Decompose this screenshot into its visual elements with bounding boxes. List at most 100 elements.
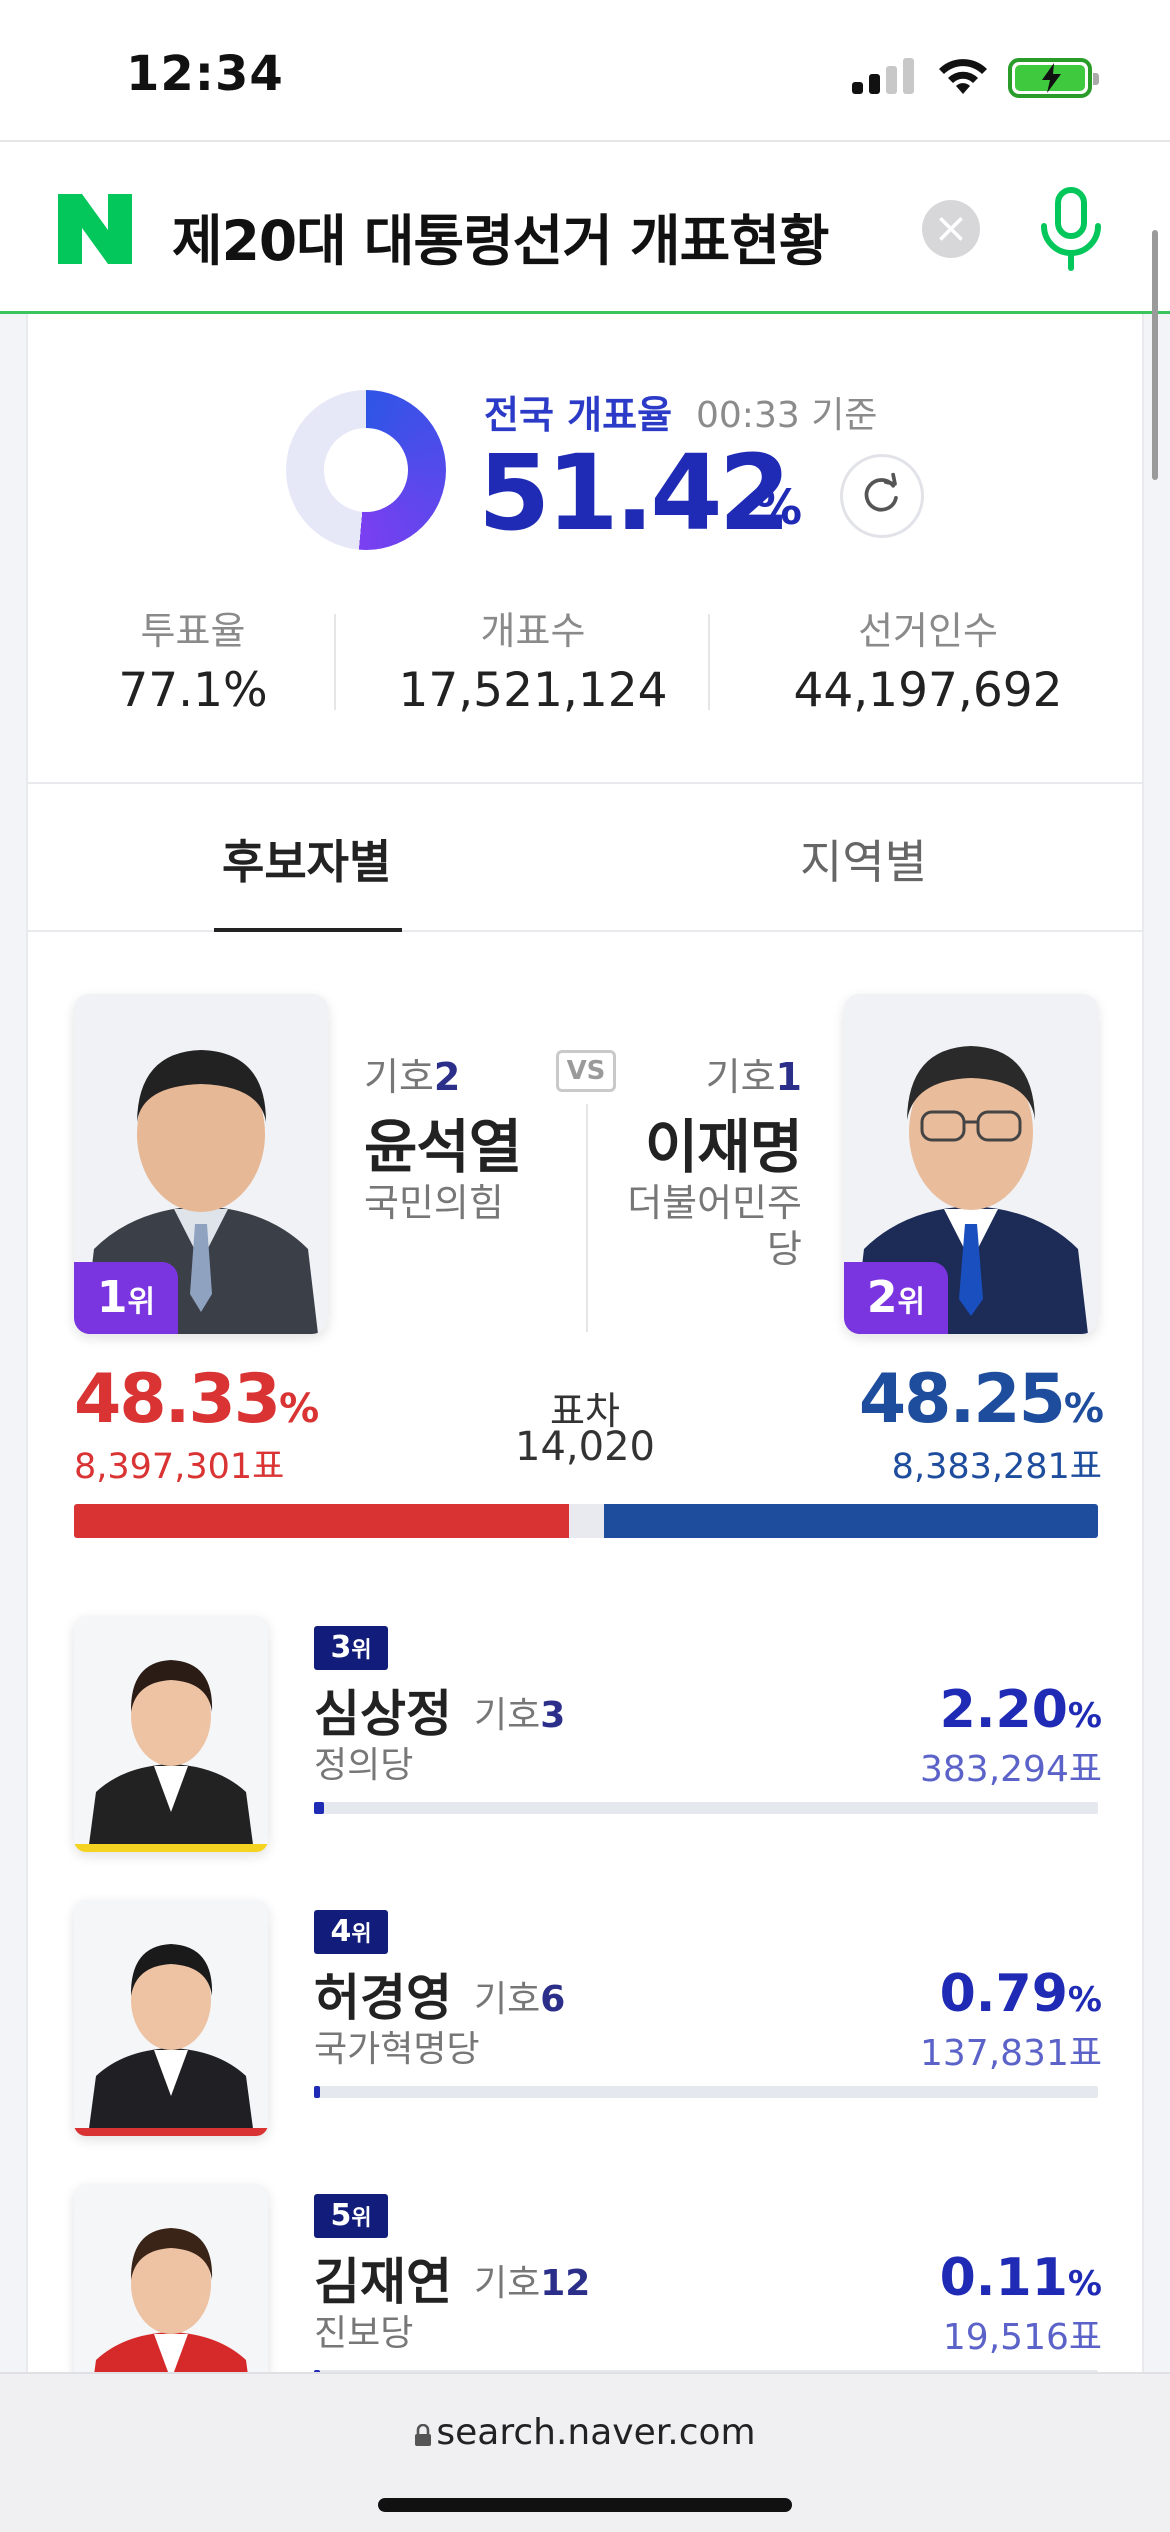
rank-suffix: 위 bbox=[351, 1638, 372, 1663]
ballot-no: 3 bbox=[540, 1695, 566, 1736]
voters-stat: 선거인수 44,197,692 bbox=[748, 600, 1108, 718]
ballot-number-right: 기호1 bbox=[706, 1046, 802, 1101]
share-unit: % bbox=[1063, 1386, 1104, 1432]
share-unit: % bbox=[1067, 1696, 1102, 1736]
clear-search-button[interactable]: × bbox=[922, 200, 980, 258]
url-display[interactable]: search.naver.com bbox=[0, 2412, 1170, 2453]
search-bar[interactable]: 제20대 대통령선거 개표현황 × bbox=[0, 140, 1170, 314]
rank-badge: 4위 bbox=[314, 1910, 388, 1954]
scrollbar-thumb[interactable] bbox=[1152, 230, 1158, 480]
rank-badge-1: 1위 bbox=[74, 1262, 178, 1334]
rank-number: 2 bbox=[866, 1272, 898, 1323]
counted-value: 17,521,124 bbox=[398, 663, 668, 718]
rank-number: 1 bbox=[96, 1272, 128, 1323]
vote-count: 19,516표 bbox=[942, 2317, 1102, 2358]
wifi-icon bbox=[939, 59, 987, 94]
candidate-party-right: 더불어민주당 bbox=[627, 1181, 802, 1271]
candidate-party: 정의당 bbox=[314, 1745, 414, 1786]
candidate-party: 국가혁명당 bbox=[314, 2029, 480, 2070]
ballot-label: 기호 bbox=[364, 1055, 434, 1099]
ballot-number: 기호6 bbox=[474, 1970, 565, 2022]
vote-share-bar bbox=[314, 2086, 1098, 2098]
ballot-label: 기호 bbox=[474, 1979, 541, 2020]
status-bar: 12:34 bbox=[0, 0, 1170, 140]
vote-share-bar bbox=[314, 1802, 1098, 1814]
candidate-party-left: 국민의힘 bbox=[364, 1181, 504, 1225]
active-tab-indicator bbox=[214, 928, 402, 932]
rank-badge: 3위 bbox=[314, 1626, 388, 1670]
counted-stat: 개표수 17,521,124 bbox=[368, 600, 698, 718]
candidate-portrait bbox=[74, 1900, 268, 2136]
lock-icon bbox=[415, 2424, 432, 2446]
count-rate-label: 전국 개표율 bbox=[484, 393, 673, 437]
head-to-head-bar-right bbox=[603, 1504, 1098, 1538]
candidate-photo[interactable] bbox=[74, 1616, 268, 1852]
rank-badge: 5위 bbox=[314, 2194, 388, 2238]
rank-badge-2: 2위 bbox=[844, 1262, 948, 1334]
vote-share: 0.79% bbox=[940, 1964, 1102, 2024]
share-unit: % bbox=[1067, 1980, 1102, 2020]
naver-logo-icon[interactable] bbox=[58, 194, 132, 264]
screen: 12:34 제20대 대통령선거 개표현황 × 전국 개표율 00:33 기준 … bbox=[0, 0, 1170, 2532]
ballot-no: 6 bbox=[540, 1979, 566, 2020]
ballot-number: 기호12 bbox=[474, 2254, 590, 2306]
party-color-stripe bbox=[74, 2128, 268, 2136]
refresh-icon bbox=[864, 472, 898, 512]
candidate-name-right[interactable]: 이재명 bbox=[645, 1100, 803, 1184]
share-value: 0.11 bbox=[939, 2248, 1068, 2308]
turnout-stat: 투표율 77.1% bbox=[68, 600, 318, 718]
count-progress-donut bbox=[286, 390, 446, 550]
vote-count-right: 8,383,281표 bbox=[891, 1447, 1102, 1487]
ballot-label: 기호 bbox=[474, 2263, 541, 2304]
candidate-name-left[interactable]: 윤석열 bbox=[364, 1100, 522, 1184]
turnout-label: 투표율 bbox=[140, 609, 246, 653]
head-to-head-bar bbox=[74, 1504, 1098, 1538]
vote-share-bar-fill bbox=[314, 2086, 321, 2098]
count-rate-unit: % bbox=[754, 480, 803, 536]
search-query[interactable]: 제20대 대통령선거 개표현황 bbox=[172, 196, 829, 276]
microphone-icon[interactable] bbox=[1036, 186, 1106, 274]
candidate-portrait bbox=[74, 1616, 268, 1852]
stat-divider bbox=[708, 614, 710, 710]
ballot-no: 12 bbox=[540, 2263, 591, 2304]
home-indicator[interactable] bbox=[378, 2498, 792, 2512]
party-color-stripe bbox=[74, 1844, 268, 1852]
vote-share-right: 48.25% bbox=[858, 1360, 1104, 1439]
candidate-photo-yoon[interactable]: 1위 bbox=[74, 994, 328, 1334]
vs-divider bbox=[586, 1104, 588, 1332]
rank-number: 5 bbox=[330, 2198, 352, 2233]
battery-icon bbox=[1008, 58, 1099, 98]
browser-url-bar[interactable]: search.naver.com bbox=[0, 2372, 1170, 2532]
ballot-number-left: 기호2 bbox=[364, 1046, 460, 1101]
vote-count: 137,831표 bbox=[920, 2033, 1102, 2074]
ballot-label: 기호 bbox=[474, 1695, 541, 1736]
share-value: 48.25 bbox=[858, 1360, 1066, 1439]
tab-by-region[interactable]: 지역별 bbox=[800, 826, 927, 892]
voters-value: 44,197,692 bbox=[793, 663, 1063, 718]
vote-share: 0.11% bbox=[940, 2248, 1102, 2308]
stat-divider bbox=[334, 614, 336, 710]
cellular-signal-icon bbox=[852, 58, 914, 94]
candidate-photo-lee[interactable]: 2위 bbox=[844, 994, 1098, 1334]
share-value: 0.79 bbox=[939, 1964, 1068, 2024]
vote-count: 383,294표 bbox=[920, 1749, 1102, 1790]
candidate-photo[interactable] bbox=[74, 1900, 268, 2136]
vote-share: 2.20% bbox=[940, 1680, 1102, 1740]
rank-suffix: 위 bbox=[351, 1922, 372, 1947]
rank-suffix: 위 bbox=[897, 1285, 926, 1320]
ballot-no: 1 bbox=[775, 1055, 802, 1099]
vs-badge: VS bbox=[556, 1050, 616, 1092]
tab-by-candidate[interactable]: 후보자별 bbox=[222, 826, 391, 892]
ballot-number: 기호3 bbox=[474, 1686, 565, 1738]
refresh-button[interactable] bbox=[840, 454, 924, 538]
candidate-party: 진보당 bbox=[314, 2313, 414, 2354]
rank-suffix: 위 bbox=[127, 1285, 156, 1320]
count-rate-value: 51.42 bbox=[478, 432, 791, 554]
election-card: 전국 개표율 00:33 기준 51.42 % 투표율 77.1% 개표수 17… bbox=[26, 314, 1144, 2420]
rank-suffix: 위 bbox=[351, 2206, 372, 2231]
status-time: 12:34 bbox=[126, 46, 284, 102]
turnout-value: 77.1% bbox=[118, 663, 268, 718]
vote-share-bar-fill bbox=[314, 1802, 325, 1814]
rank-number: 4 bbox=[330, 1914, 352, 1949]
share-unit: % bbox=[1067, 2264, 1102, 2304]
